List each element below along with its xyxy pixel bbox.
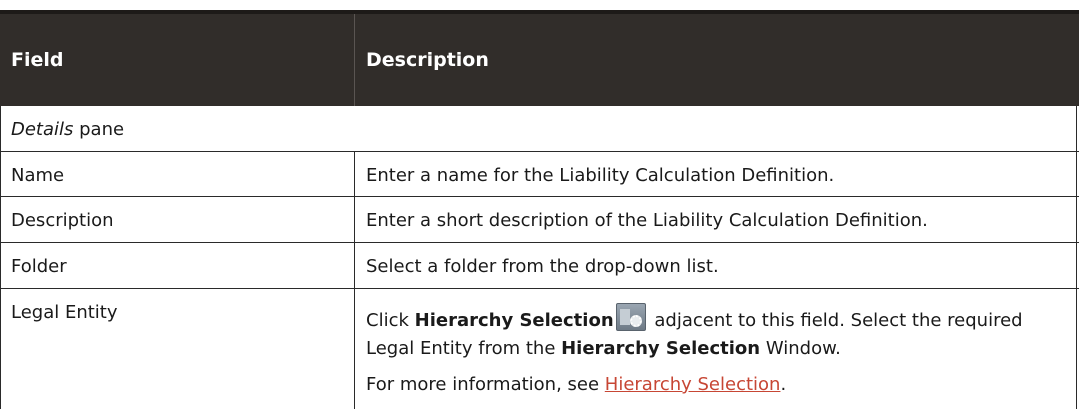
table-row: Name Enter a name for the Liability Calc… — [0, 152, 1079, 197]
border-right — [1076, 289, 1077, 409]
column-divider — [354, 197, 355, 242]
gear-icon — [629, 315, 642, 327]
border-right — [1076, 243, 1077, 288]
border-left — [0, 106, 1, 151]
column-divider — [354, 152, 355, 196]
hierarchy-selection-icon[interactable] — [615, 303, 646, 331]
more-info-text: For more information, see — [366, 374, 605, 395]
field-name: Description — [11, 210, 114, 231]
header-description: Description — [366, 49, 489, 71]
field-name: Folder — [11, 256, 67, 277]
window-name: Hierarchy Selection — [561, 338, 761, 359]
header-field: Field — [11, 49, 64, 71]
window-text: Window. — [760, 338, 841, 359]
more-info-period: . — [780, 374, 787, 395]
pane-suffix: pane — [73, 119, 125, 140]
field-name: Name — [11, 165, 65, 186]
border-right — [1076, 197, 1077, 242]
hierarchy-selection-label: Hierarchy Selection — [414, 310, 614, 331]
details-pane-title: Details pane — [11, 119, 341, 140]
border-left — [0, 197, 1, 242]
field-description: Select a folder from the drop-down list. — [366, 256, 719, 277]
table-header: Field Description — [0, 10, 1079, 106]
legal-entity-instructions: Click Hierarchy Selection adjacent to th… — [366, 303, 1066, 363]
table-row: Folder Select a folder from the drop-dow… — [0, 243, 1079, 289]
field-description: Click Hierarchy Selection adjacent to th… — [366, 303, 1066, 399]
field-description-table: Field Description Details pane Name Ente… — [0, 10, 1079, 409]
border-left — [0, 152, 1, 196]
table-row: Description Enter a short description of… — [0, 197, 1079, 243]
pane-name: Details — [11, 119, 74, 140]
column-divider — [354, 289, 355, 409]
field-description: Enter a name for the Liability Calculati… — [366, 165, 835, 186]
border-right — [1076, 152, 1077, 196]
hierarchy-selection-link[interactable]: Hierarchy Selection — [605, 374, 781, 395]
column-divider — [354, 243, 355, 288]
border-left — [0, 289, 1, 409]
border-right — [1076, 106, 1077, 151]
header-divider — [354, 14, 355, 106]
field-description: Enter a short description of the Liabili… — [366, 210, 928, 231]
border-left — [0, 243, 1, 288]
field-name: Legal Entity — [11, 302, 118, 323]
more-info: For more information, see Hierarchy Sele… — [366, 371, 1066, 399]
table-row: Legal Entity Click Hierarchy Selection a… — [0, 289, 1079, 409]
click-text: Click — [366, 310, 415, 331]
details-pane-row: Details pane — [0, 106, 1079, 152]
icon-bar — [619, 309, 630, 325]
